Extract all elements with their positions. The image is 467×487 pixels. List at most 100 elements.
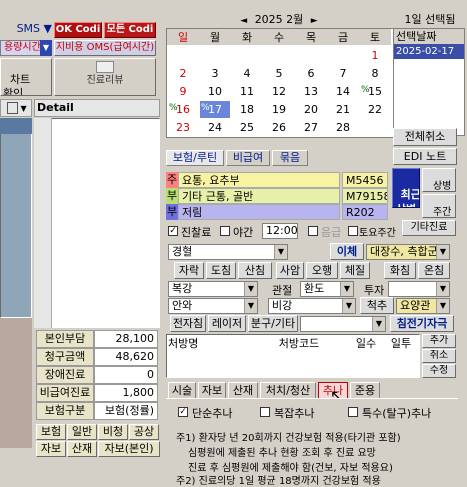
calendar-day[interactable]: 28 [328,119,358,136]
acupuncture-type-button[interactable]: 화침 [384,262,416,279]
other-treatment-button[interactable]: 기타진료 [402,220,456,236]
saturday-checkbox[interactable] [348,226,358,236]
acupuncture-type-button[interactable]: 오행 [306,262,338,279]
calendar-day[interactable]: 6 [296,65,326,82]
tab-bottom[interactable]: 산재 [228,382,258,399]
insurance-type-button[interactable]: 공상 [129,424,159,440]
tab-bottom[interactable]: 준용 [350,382,380,399]
spine-button[interactable]: 척추 [360,297,394,314]
tab-bundle[interactable]: 묶음 [272,150,308,166]
chevron-down-icon: ▼ [372,317,385,331]
joint-combo[interactable]: 환도 ▼ [300,281,354,297]
treatment-effect-checkbox[interactable]: ✓ [168,226,178,236]
edi-note-button[interactable]: EDI 노트 [393,148,457,165]
next-month-arrow[interactable]: ► [311,16,318,26]
tab-bottom[interactable]: 시술 [168,382,196,399]
acupuncture-type-button[interactable]: 체질 [340,262,370,279]
calendar-day[interactable]: 18 [232,101,262,118]
calendar-day[interactable]: 20 [296,101,326,118]
trunk-combo[interactable]: ▼ [388,281,450,297]
calendar-day[interactable]: 26 [264,119,294,136]
transfer-button[interactable]: 이체 [330,243,364,260]
eye-combo[interactable]: 안와 ▼ [168,298,258,314]
selected-date-value[interactable]: 2025-02-17 [394,44,464,59]
left-list[interactable] [0,118,32,318]
calendar-day[interactable]: 19 [264,101,294,118]
calendar-day[interactable]: 3 [200,65,230,82]
reset-button[interactable]: 취소 [422,349,456,363]
acupuncture-type-button[interactable]: 도침 [206,262,236,279]
nasal-combo[interactable]: 비강 ▼ [268,298,356,314]
calendar-day[interactable]: 22 [360,101,390,118]
abdomen-combo[interactable]: 복강 ▼ [168,281,258,297]
usage-combo-arrow[interactable]: ▼ [40,40,52,56]
calendar-day[interactable]: 10 [200,83,230,100]
acupuncture-type-button[interactable]: 온침 [418,262,450,279]
tab-non-covered[interactable]: 비급여 [226,150,270,166]
tab-bottom[interactable]: 자보 [198,382,226,399]
insurance-type-button[interactable]: 자보 [36,441,66,457]
sms-button[interactable]: SMS ▼ [0,22,52,38]
tab-bottom[interactable]: 처치/청산 [260,382,316,399]
treatment-review-button[interactable]: 진료리뷰 [54,58,156,96]
meridian-combo[interactable]: 경혈 ▼ [168,244,288,260]
calendar-day[interactable]: 14 [328,83,358,100]
acupuncture-type-button[interactable]: 사암 [276,262,304,279]
tab-insurance-routine[interactable]: 보험/루틴 [166,150,224,166]
ok-codi-button[interactable]: OK Codi [54,22,102,38]
calendar-day[interactable]: 11 [232,83,262,100]
calendar-day[interactable]: 25 [232,119,262,136]
calendar-day[interactable]: 23 [168,119,198,136]
calendar-day[interactable]: 2 [168,65,198,82]
insurance-type-button[interactable]: 일반 [67,424,97,440]
simple-chuna-checkbox[interactable]: ✓ [178,407,188,417]
complex-chuna-checkbox[interactable] [260,407,270,417]
calendar-day[interactable]: 27 [296,119,326,136]
device-combo[interactable]: ▼ [300,316,386,332]
oms-button[interactable]: 지비용 OMS(급여시간) [54,40,156,56]
time-combo[interactable]: 12:00 [262,223,298,239]
insurance-type-button[interactable]: 자보(본인) [98,441,160,457]
calendar-day[interactable]: 1 [360,47,390,64]
cancel-all-button[interactable]: 전체취소 [393,128,457,146]
diagnosis-name[interactable]: 요통, 요추부 [178,172,340,188]
device-button[interactable]: 전자침 [170,315,206,332]
calendar-day[interactable]: 4 [232,65,262,82]
electro-acupuncture-button[interactable]: 침전기자극 [390,315,454,332]
calendar-day[interactable]: 21 [328,101,358,118]
pause-checkbox[interactable] [308,226,318,236]
calendar[interactable]: 일 월 화 수 목 금 토 1 2 3 4 5 6 7 8 9 10 11 12 13 14 15% 16% 17% 18 19 2… [166,28,394,138]
calendar-day[interactable]: 13 [296,83,326,100]
diagnosis-code[interactable]: M79158 [342,188,388,204]
insurance-type-button[interactable]: 산재 [67,441,97,457]
spine-combo[interactable]: 요양관 ▼ [396,298,450,314]
detail-grid[interactable] [34,118,160,328]
diagnosis-name[interactable]: 저림 [178,204,340,220]
calendar-day[interactable]: 12 [264,83,294,100]
modify-button[interactable]: 수정 [422,364,456,378]
codi-button[interactable]: 모든 Codi [104,22,156,38]
special-chuna-checkbox[interactable] [348,407,358,417]
add-button[interactable]: 추가 [422,334,456,348]
calendar-day[interactable]: 24 [200,119,230,136]
acupuncture-type-button[interactable]: 자락 [174,262,204,279]
diagnosis-code[interactable]: M5456 [342,172,388,188]
weekly-summary-button[interactable]: 주간 요약 [422,194,456,218]
night-checkbox[interactable] [220,226,230,236]
calendar-day[interactable]: 5 [264,65,294,82]
device-button[interactable]: 레이저 [208,315,246,332]
calendar-day[interactable]: 9 [168,83,198,100]
diagnosis-name[interactable]: 기타 근통, 골반 [178,188,340,204]
acupuncture-type-button[interactable]: 산침 [238,262,272,279]
insurance-type-button[interactable]: 보험 [36,424,66,440]
device-button[interactable]: 분구/기타 [248,315,298,332]
chart-confirm-button[interactable]: 차트 확인 [0,58,52,96]
calendar-day[interactable]: 8 [360,65,390,82]
diagnosis-code[interactable]: R202 [342,204,388,220]
prev-month-arrow[interactable]: ◄ [240,16,247,26]
recent-disease-button[interactable]: 최근 상병 [392,168,420,208]
acupoint-combo[interactable]: 대장수, 측합군 ▼ [366,244,450,260]
calendar-day[interactable]: 7 [328,65,358,82]
insurance-type-button[interactable]: 비청 [98,424,128,440]
disease-management-button[interactable]: 상병 관리 [422,168,456,192]
